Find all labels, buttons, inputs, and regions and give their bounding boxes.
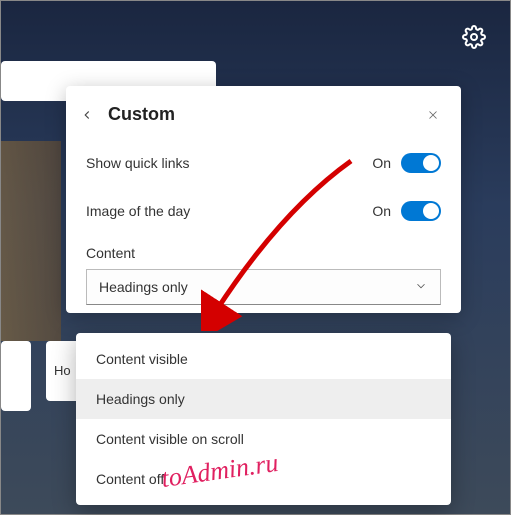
content-option-headings-only[interactable]: Headings only	[76, 379, 451, 419]
content-option-visible[interactable]: Content visible	[76, 339, 451, 379]
image-of-day-state: On	[372, 203, 391, 219]
settings-gear-button[interactable]	[458, 21, 490, 53]
content-option-visible-on-scroll[interactable]: Content visible on scroll	[76, 419, 451, 459]
content-select[interactable]: Headings only	[86, 269, 441, 305]
content-section-label: Content	[66, 235, 461, 269]
custom-settings-panel: Custom Show quick links On Image of the …	[66, 86, 461, 313]
content-option-off[interactable]: Content off	[76, 459, 451, 499]
quick-links-toggle[interactable]	[401, 153, 441, 173]
row-quick-links: Show quick links On	[66, 139, 461, 187]
close-icon	[426, 108, 440, 122]
chevron-left-icon	[80, 108, 94, 122]
close-button[interactable]	[423, 108, 443, 122]
chevron-down-icon	[414, 279, 428, 296]
content-select-value: Headings only	[99, 279, 188, 295]
gear-icon	[462, 25, 486, 49]
tile-card-label: Ho	[54, 363, 71, 378]
quick-links-label: Show quick links	[86, 155, 190, 171]
back-button[interactable]	[80, 108, 104, 122]
image-of-day-label: Image of the day	[86, 203, 190, 219]
background-detail	[1, 141, 61, 341]
image-of-day-toggle[interactable]	[401, 201, 441, 221]
content-dropdown: Content visible Headings only Content vi…	[76, 333, 451, 505]
tile-card-partial[interactable]	[1, 341, 31, 411]
quick-links-state: On	[372, 155, 391, 171]
row-image-of-day: Image of the day On	[66, 187, 461, 235]
panel-title: Custom	[108, 104, 423, 125]
panel-header: Custom	[66, 104, 461, 139]
